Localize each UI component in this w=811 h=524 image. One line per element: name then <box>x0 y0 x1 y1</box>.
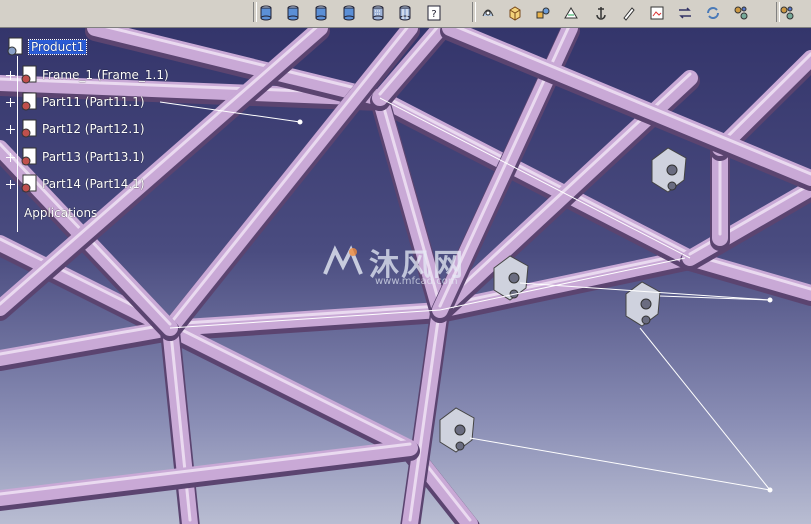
cylinder-blue-1-button[interactable] <box>254 2 277 24</box>
mounting-bracket[interactable] <box>651 147 687 193</box>
tree-item-label[interactable]: Applications <box>24 206 97 220</box>
tool-3-button[interactable] <box>531 2 554 24</box>
expand-icon[interactable] <box>6 152 15 162</box>
cylinder-blue-4-button[interactable] <box>337 2 360 24</box>
part-icon <box>21 119 37 138</box>
tool-4-button[interactable] <box>559 2 582 24</box>
3d-viewport[interactable]: 沐风网 www.mfcad.com Product1 Frame_1 (Fram… <box>0 28 811 524</box>
cylinder-icon <box>343 5 354 21</box>
product-icon <box>7 37 23 56</box>
tree-item-part12[interactable]: Part12 (Part12.1) <box>6 118 145 140</box>
tool-6-button[interactable] <box>617 2 640 24</box>
frame-tube[interactable] <box>710 50 811 161</box>
expand-icon[interactable] <box>6 179 15 189</box>
tree-item-applications[interactable]: Applications <box>24 202 97 224</box>
help-button[interactable]: ? <box>422 2 445 24</box>
expand-icon[interactable] <box>6 124 15 134</box>
constraint-point[interactable] <box>297 119 303 125</box>
frame-tube[interactable] <box>0 320 180 371</box>
tree-item-label[interactable]: Part11 (Part11.1) <box>42 95 145 109</box>
cylinder-blue-3-button[interactable] <box>309 2 332 24</box>
cylinder-dotted-icon <box>372 5 383 21</box>
anchor-icon <box>595 7 606 20</box>
tree-item-part14[interactable]: Part14 (Part14.1) <box>6 173 145 195</box>
cube-icon <box>509 6 520 21</box>
bolt-icon <box>482 9 493 17</box>
part-icon <box>21 147 37 166</box>
cylinder-icon <box>287 5 298 21</box>
cylinder-grid-button[interactable] <box>393 2 416 24</box>
image-icon <box>650 6 663 20</box>
part-icon <box>21 65 37 84</box>
cylinder-blue-2-button[interactable] <box>281 2 304 24</box>
pen-icon <box>622 7 635 21</box>
tool-9-button[interactable] <box>701 2 724 24</box>
frame-tube[interactable] <box>0 440 420 511</box>
constraint-point[interactable] <box>767 487 773 493</box>
tree-item-part11[interactable]: Part11 (Part11.1) <box>6 91 145 113</box>
part-icon <box>21 174 37 193</box>
frame-tube[interactable] <box>160 320 200 524</box>
tool-5-button[interactable] <box>589 2 612 24</box>
part-icon <box>21 92 37 111</box>
constraint-line <box>469 437 771 491</box>
tree-item-part13[interactable]: Part13 (Part13.1) <box>6 146 145 168</box>
refresh-icon <box>706 7 719 19</box>
frame-tube[interactable] <box>160 320 420 461</box>
tree-root-label[interactable]: Product1 <box>27 39 88 55</box>
tool-1-button[interactable] <box>476 2 499 24</box>
tool-11-button[interactable] <box>775 2 798 24</box>
mounting-bracket[interactable] <box>625 281 661 327</box>
measure-icon <box>563 7 578 19</box>
cylinder-icon <box>260 5 271 21</box>
frame-tube[interactable] <box>680 180 811 271</box>
mounting-bracket[interactable] <box>439 407 475 453</box>
tree-root[interactable]: Product1 <box>4 36 88 58</box>
grid-icon <box>734 6 747 20</box>
toolbar: ? <box>0 0 811 28</box>
expand-icon[interactable] <box>6 70 15 80</box>
tree-item-label[interactable]: Frame_1 (Frame_1.1) <box>42 68 169 82</box>
cylinder-dotted-button[interactable] <box>366 2 389 24</box>
tree-item-frame[interactable]: Frame_1 (Frame_1.1) <box>6 64 169 86</box>
tool-7-button[interactable] <box>645 2 668 24</box>
tree-item-label[interactable]: Part13 (Part13.1) <box>42 150 145 164</box>
svg-text:?: ? <box>431 9 436 20</box>
expand-icon[interactable] <box>6 97 15 107</box>
switch-icon <box>678 7 691 19</box>
cylinder-icon <box>315 5 326 21</box>
shapes-icon <box>536 7 549 19</box>
help-icon: ? <box>427 5 440 21</box>
tree-item-label[interactable]: Part12 (Part12.1) <box>42 122 145 136</box>
tool-2-button[interactable] <box>503 2 526 24</box>
constraint-line <box>639 327 771 491</box>
cylinder-grid-icon <box>399 5 410 21</box>
tool-8-button[interactable] <box>673 2 696 24</box>
specification-tree: Product1 Frame_1 (Frame_1.1) Part11 (Par… <box>4 34 244 234</box>
tool-10-button[interactable] <box>729 2 752 24</box>
constraint-point[interactable] <box>767 297 773 303</box>
gears-icon <box>780 6 793 20</box>
tree-item-label[interactable]: Part14 (Part14.1) <box>42 177 145 191</box>
